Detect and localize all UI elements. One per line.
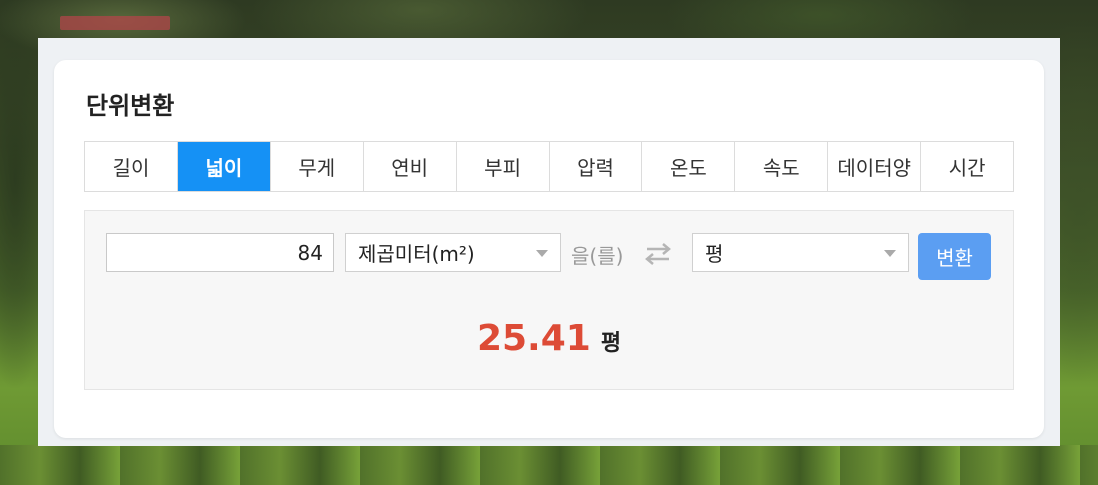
background-grass: [0, 445, 1098, 485]
chevron-down-icon: [884, 250, 896, 257]
unit-category-tabs: 길이 넓이 무게 연비 부피 압력 온도 속도 데이터양 시간: [84, 141, 1014, 192]
to-unit-label: 평: [705, 242, 724, 266]
tab-length[interactable]: 길이: [85, 142, 178, 191]
tab-time[interactable]: 시간: [921, 142, 1014, 191]
chevron-down-icon: [536, 250, 548, 257]
tab-area[interactable]: 넓이: [177, 142, 271, 191]
tab-volume[interactable]: 부피: [456, 142, 550, 191]
converter-title: 단위변환: [86, 92, 175, 120]
tab-weight[interactable]: 무게: [270, 142, 364, 191]
from-unit-select[interactable]: 제곱미터(m²): [345, 233, 561, 272]
result-unit: 평: [600, 331, 622, 356]
swap-arrows-icon[interactable]: [644, 242, 672, 266]
tab-speed[interactable]: 속도: [735, 142, 829, 191]
tab-temperature[interactable]: 온도: [642, 142, 736, 191]
result-value: 25.41: [476, 318, 591, 359]
convert-button[interactable]: 변환: [918, 233, 991, 280]
connector-label: 을(를): [571, 244, 624, 268]
value-input[interactable]: [106, 233, 334, 272]
to-unit-select[interactable]: 평: [692, 233, 909, 272]
background-building: [60, 16, 170, 30]
tab-pressure[interactable]: 압력: [549, 142, 643, 191]
tab-data-size[interactable]: 데이터양: [828, 142, 922, 191]
tab-fuel-economy[interactable]: 연비: [363, 142, 457, 191]
from-unit-label: 제곱미터(m²): [358, 242, 475, 266]
conversion-result: 25.41 평: [0, 318, 1098, 359]
